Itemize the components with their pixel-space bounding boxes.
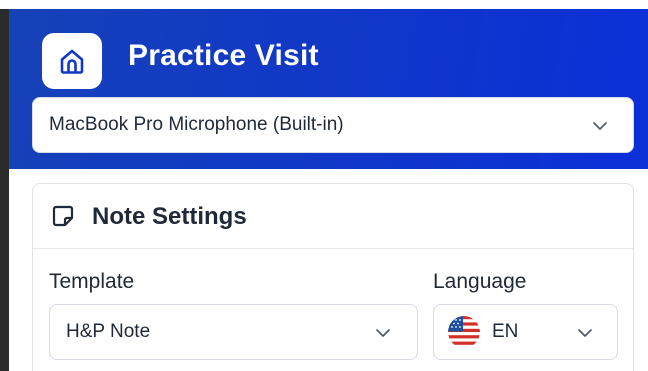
home-button[interactable] xyxy=(42,33,102,89)
note-settings-card: Note Settings Template H&P Note Language xyxy=(32,183,634,371)
microphone-select[interactable]: MacBook Pro Microphone (Built-in) xyxy=(32,97,634,153)
template-label: Template xyxy=(49,270,135,293)
language-select[interactable]: EN xyxy=(433,304,618,360)
language-selected-value: EN xyxy=(492,321,519,342)
us-flag-icon xyxy=(448,316,480,348)
note-settings-header: Note Settings xyxy=(33,184,633,249)
home-icon xyxy=(60,49,84,74)
chevron-down-icon xyxy=(578,329,592,337)
microphone-selected-value: MacBook Pro Microphone (Built-in) xyxy=(49,114,344,135)
note-settings-title: Note Settings xyxy=(92,203,247,230)
template-select[interactable]: H&P Note xyxy=(49,304,418,360)
language-label: Language xyxy=(433,270,527,293)
window-top-strip xyxy=(0,0,648,9)
chevron-down-icon xyxy=(593,122,607,130)
window-left-edge xyxy=(0,9,9,371)
chevron-down-icon xyxy=(376,329,390,337)
template-selected-value: H&P Note xyxy=(66,321,151,342)
sticky-note-icon xyxy=(52,205,74,227)
page-title: Practice Visit xyxy=(128,39,319,72)
